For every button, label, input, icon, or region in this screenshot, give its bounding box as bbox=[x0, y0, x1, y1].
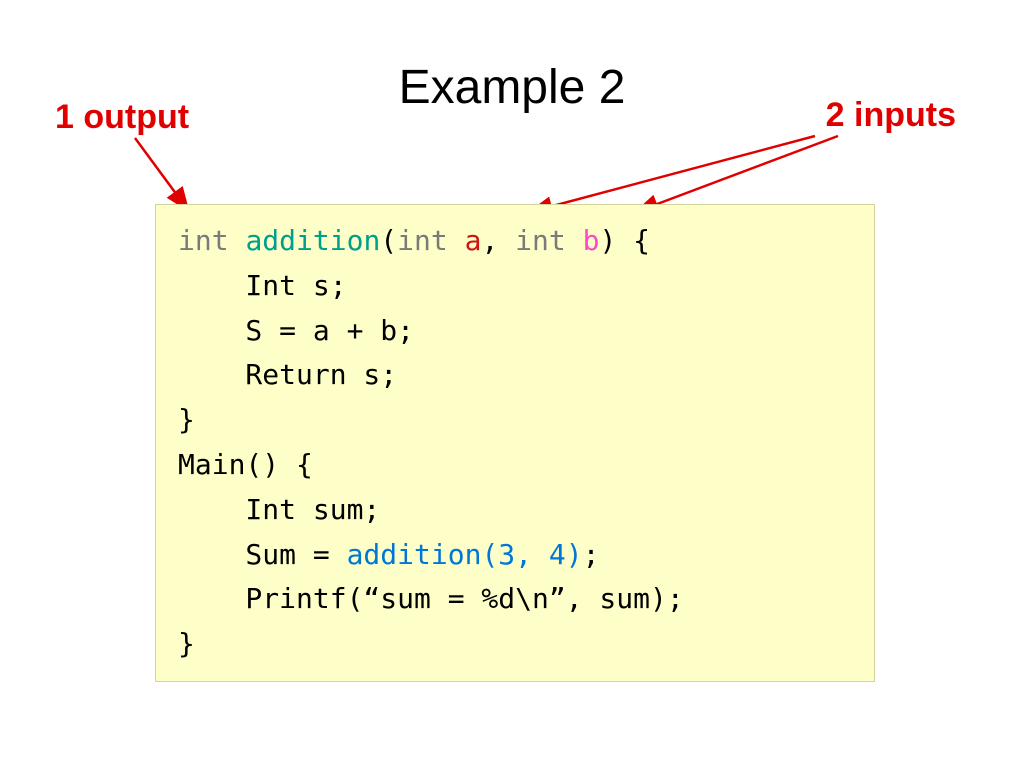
code-line-10: } bbox=[178, 627, 195, 660]
tok-param-a: a bbox=[465, 224, 482, 257]
code-line-8a: Sum = bbox=[178, 538, 347, 571]
tok-param-b: b bbox=[583, 224, 600, 257]
code-line-3: S = a + b; bbox=[178, 314, 414, 347]
code-line-9: Printf(“sum = %d\n”, sum); bbox=[178, 582, 684, 615]
tok-int-a: int bbox=[397, 224, 448, 257]
label-output: 1 output bbox=[55, 98, 189, 137]
tok-rblock: ) { bbox=[599, 224, 650, 257]
code-line-7: Int sum; bbox=[178, 493, 380, 526]
code-line-2: Int s; bbox=[178, 269, 347, 302]
code-box: int addition(int a, int b) { Int s; S = … bbox=[155, 204, 875, 682]
tok-lparen: ( bbox=[380, 224, 397, 257]
code-line-8b: ; bbox=[583, 538, 600, 571]
tok-comma: , bbox=[481, 224, 515, 257]
arrow-input-b bbox=[636, 136, 838, 212]
tok-addition-call: addition(3, 4) bbox=[347, 538, 583, 571]
label-inputs: 2 inputs bbox=[826, 96, 956, 135]
tok-int-b: int bbox=[515, 224, 566, 257]
tok-int-return: int bbox=[178, 224, 229, 257]
arrow-input-a bbox=[530, 136, 815, 212]
code-line-4: Return s; bbox=[178, 358, 397, 391]
code-line-5: } bbox=[178, 403, 195, 436]
tok-addition-decl: addition bbox=[245, 224, 380, 257]
arrow-output bbox=[135, 138, 188, 210]
code-line-6: Main() { bbox=[178, 448, 313, 481]
code-content: int addition(int a, int b) { Int s; S = … bbox=[178, 219, 852, 667]
slide: Example 2 1 output 2 inputs int addition… bbox=[0, 0, 1024, 768]
